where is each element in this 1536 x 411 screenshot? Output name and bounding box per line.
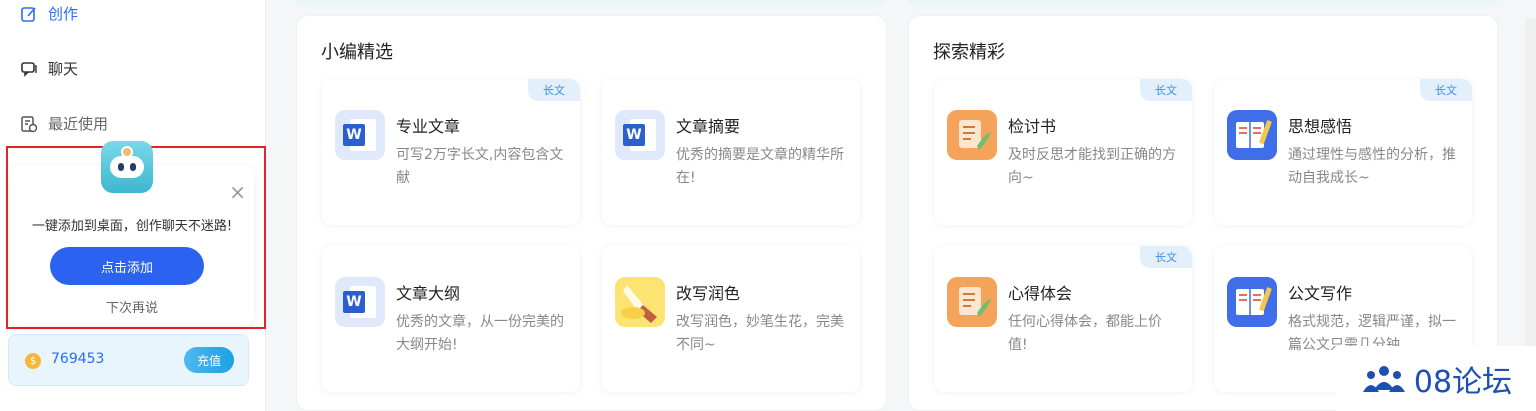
close-icon[interactable]: × [229,182,246,202]
word-icon: W [335,277,385,327]
card-reflections[interactable]: 长文 心得体会 任何心得体会，都能上价值! [934,246,1192,392]
robot-mascot-icon [101,141,153,193]
card-desc: 及时反思才能找到正确的方向~ [1008,147,1176,186]
card-title: 文章大纲 [396,284,461,303]
nav-item-label: 聊天 [48,60,79,78]
card-rewrite-polish[interactable]: 改写润色 改写润色，妙笔生花，完美不同~ [602,246,860,392]
card-desc: 优秀的摘要是文章的精华所在! [676,147,844,186]
card-title: 文章摘要 [676,117,741,136]
nav-item-chat[interactable]: 聊天 [20,58,78,79]
card-thoughts[interactable]: 长文 思想感悟 通过理性与感性的分析，推动自我成长~ [1214,79,1472,225]
panel-top-fragment [908,0,1498,5]
card-self-criticism[interactable]: 长文 检讨书 及时反思才能找到正确的方向~ [934,79,1192,225]
panel-top-fragment [296,0,886,5]
card-article-summary[interactable]: W 文章摘要 优秀的摘要是文章的精华所在! [602,79,860,225]
long-text-tag: 长文 [528,79,580,101]
card-desc: 优秀的文章，从一份完美的大纲开始! [396,314,564,353]
card-professional-article[interactable]: 长文 W 专业文章 可写2万字长文,内容包含文献 [322,79,580,225]
card-title: 公文写作 [1288,284,1353,303]
book-pencil-icon [1227,277,1277,327]
scroll-quill-icon [947,277,997,327]
forum-watermark: 08论坛 [1336,346,1536,411]
card-title: 专业文章 [396,117,461,136]
panel-title: 探索精彩 [933,42,1005,63]
word-icon: W [615,110,665,160]
panel-editor-picks: 小编精选 长文 W 专业文章 可写2万字长文,内容包含文献 W 文章摘要 优秀的… [296,15,887,411]
card-title: 检讨书 [1008,117,1057,136]
card-desc: 改写润色，妙笔生花，完美不同~ [676,314,844,353]
long-text-tag: 长文 [1420,79,1472,101]
word-icon: W [335,110,385,160]
coin-icon: $ [25,353,41,369]
card-desc: 可写2万字长文,内容包含文献 [396,147,564,186]
long-text-tag: 长文 [1140,246,1192,268]
card-article-outline[interactable]: W 文章大纲 优秀的文章，从一份完美的大纲开始! [322,246,580,392]
add-to-desktop-button[interactable]: 点击添加 [50,247,204,285]
book-pencil-icon [1227,110,1277,160]
coin-balance-bar: $ 769453 充值 [8,334,249,386]
later-link[interactable]: 下次再说 [10,297,254,316]
panel-title: 小编精选 [321,42,393,63]
scroll-quill-icon [947,110,997,160]
card-desc: 任何心得体会，都能上价值! [1008,314,1162,353]
history-icon [21,115,38,132]
nav-item-label: 创作 [48,5,79,23]
card-title: 思想感悟 [1288,117,1353,136]
edit-icon [21,6,36,22]
coin-balance: 769453 [51,351,105,367]
card-title: 心得体会 [1008,284,1073,303]
sidebar: 创作 聊天 最近使用 × 一键添加到桌面，创作聊天不迷路! 点击添加 下次再说 … [0,0,266,411]
popup-message: 一键添加到桌面，创作聊天不迷路! [31,219,233,234]
people-group-icon [1362,365,1405,392]
nav-item-label: 最近使用 [48,115,109,133]
brush-icon [615,277,665,327]
recharge-button[interactable]: 充值 [184,347,234,373]
nav-item-recent[interactable]: 最近使用 [20,113,108,134]
card-title: 改写润色 [676,284,741,303]
nav-item-create[interactable]: 创作 [20,3,78,24]
long-text-tag: 长文 [1140,79,1192,101]
card-desc: 通过理性与感性的分析，推动自我成长~ [1288,147,1456,186]
watermark-text: 08论坛 [1413,364,1513,400]
chat-icon [21,61,37,77]
